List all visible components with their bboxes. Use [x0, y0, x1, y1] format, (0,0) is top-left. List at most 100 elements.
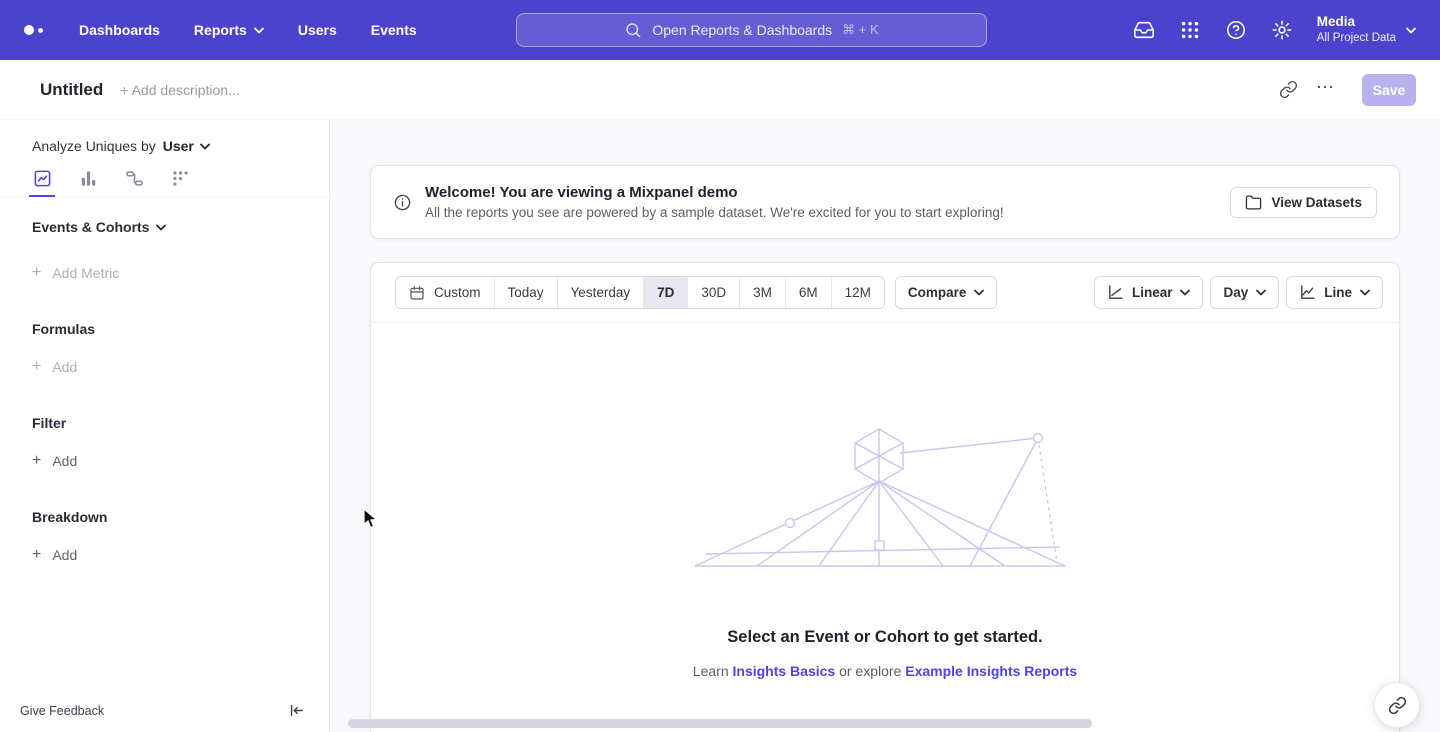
nav-reports-label: Reports — [194, 22, 247, 38]
apps-grid-icon — [1179, 19, 1201, 41]
add-formula-button[interactable]: + Add — [0, 359, 329, 375]
share-link-floating-button[interactable] — [1374, 682, 1420, 728]
chevron-down-icon — [254, 27, 264, 34]
range-yesterday[interactable]: Yesterday — [557, 277, 644, 308]
settings-button[interactable] — [1271, 19, 1293, 41]
add-description-field[interactable]: + Add description... — [120, 82, 239, 98]
report-title-bar: Untitled + Add description... ⋯ Save — [0, 60, 1440, 120]
formulas-label: Formulas — [32, 321, 95, 337]
add-filter-button[interactable]: + Add — [0, 453, 329, 469]
chart-type-label: Line — [1324, 285, 1352, 300]
range-today[interactable]: Today — [494, 277, 557, 308]
chevron-down-icon — [974, 289, 984, 296]
tab-flows[interactable] — [124, 169, 144, 196]
main-content: Welcome! You are viewing a Mixpanel demo… — [330, 120, 1440, 732]
chart-controls: Linear Day Line — [1094, 276, 1383, 309]
example-reports-link[interactable]: Example Insights Reports — [905, 663, 1077, 679]
titlebar-actions: ⋯ Save — [1279, 74, 1416, 106]
sidebar-footer: Give Feedback — [0, 689, 329, 732]
scale-label: Linear — [1132, 285, 1173, 300]
range-7d[interactable]: 7D — [643, 277, 687, 308]
collapse-left-icon — [288, 702, 305, 719]
report-type-tabs — [0, 154, 329, 197]
inbox-icon — [1133, 19, 1155, 41]
breakdown-label: Breakdown — [32, 509, 107, 525]
range-12m[interactable]: 12M — [831, 277, 884, 308]
project-info: Media All Project Data — [1317, 14, 1396, 45]
analyze-entity-dropdown[interactable]: User — [163, 138, 210, 154]
range-12m-label: 12M — [845, 285, 871, 300]
range-3m-label: 3M — [753, 285, 772, 300]
nav-events-label: Events — [371, 22, 417, 38]
horizontal-scrollbar[interactable] — [348, 719, 1092, 728]
empty-state-illustration — [695, 423, 1075, 575]
nav-reports[interactable]: Reports — [194, 22, 264, 38]
help-button[interactable] — [1225, 19, 1247, 41]
primary-nav: Dashboards Reports Users Events — [79, 22, 417, 38]
global-search-bar[interactable]: Open Reports & Dashboards ⌘ + K — [516, 13, 987, 47]
top-nav: Dashboards Reports Users Events Open Rep… — [0, 0, 1440, 60]
plus-icon: + — [32, 453, 41, 469]
banner-title: Welcome! You are viewing a Mixpanel demo — [425, 184, 1004, 201]
copy-link-button[interactable] — [1279, 80, 1298, 99]
report-toolbar: Custom Today Yesterday 7D 30D 3M 6M 12M … — [371, 263, 1399, 323]
nav-events[interactable]: Events — [371, 22, 417, 38]
add-filter-label: Add — [52, 453, 77, 469]
tab-bar-chart[interactable] — [78, 169, 98, 196]
collapse-sidebar-button[interactable] — [288, 702, 305, 719]
view-datasets-label: View Datasets — [1271, 195, 1362, 210]
more-options-button[interactable]: ⋯ — [1312, 78, 1340, 102]
analyze-entity-value: User — [163, 138, 194, 154]
empty-state-links: Learn Insights Basics or explore Example… — [371, 663, 1399, 679]
report-card: Custom Today Yesterday 7D 30D 3M 6M 12M … — [370, 262, 1400, 732]
range-3m[interactable]: 3M — [739, 277, 785, 308]
topnav-right-group: Media All Project Data — [1133, 14, 1416, 45]
range-6m[interactable]: 6M — [785, 277, 831, 308]
insights-basics-link[interactable]: Insights Basics — [733, 663, 836, 679]
add-breakdown-button[interactable]: + Add — [0, 547, 329, 563]
chevron-down-icon — [156, 224, 166, 231]
granularity-dropdown[interactable]: Day — [1210, 276, 1279, 309]
events-cohorts-label: Events & Cohorts — [32, 219, 149, 235]
chart-type-dropdown[interactable]: Line — [1286, 276, 1383, 309]
inbox-button[interactable] — [1133, 19, 1155, 41]
scale-dropdown[interactable]: Linear — [1094, 276, 1204, 309]
nav-users[interactable]: Users — [298, 22, 337, 38]
breakdown-header: Breakdown — [0, 509, 329, 525]
add-formula-label: Add — [52, 359, 77, 375]
filter-header: Filter — [0, 415, 329, 431]
folder-icon — [1245, 194, 1262, 211]
search-shortcut-hint: ⌘ + K — [842, 22, 879, 38]
give-feedback-link[interactable]: Give Feedback — [20, 704, 104, 718]
range-yesterday-label: Yesterday — [571, 285, 631, 300]
plus-icon: + — [32, 265, 41, 281]
nav-dashboards[interactable]: Dashboards — [79, 22, 160, 38]
link-icon — [1279, 80, 1298, 99]
compare-label: Compare — [908, 285, 967, 300]
formulas-header: Formulas — [0, 321, 329, 337]
date-range-segmented-control: Custom Today Yesterday 7D 30D 3M 6M 12M — [395, 276, 885, 309]
chevron-down-icon — [1180, 289, 1190, 296]
project-selector[interactable]: Media All Project Data — [1317, 14, 1416, 45]
view-datasets-button[interactable]: View Datasets — [1230, 187, 1377, 218]
query-sidebar: Analyze Uniques by User — [0, 120, 330, 732]
search-placeholder: Open Reports & Dashboards — [652, 22, 832, 38]
save-button[interactable]: Save — [1362, 74, 1416, 106]
tab-retention[interactable] — [170, 169, 190, 196]
add-metric-button[interactable]: + Add Metric — [0, 265, 329, 281]
apps-grid-button[interactable] — [1179, 19, 1201, 41]
tab-insights[interactable] — [32, 169, 52, 196]
range-30d[interactable]: 30D — [687, 277, 739, 308]
learn-prefix: Learn — [693, 663, 729, 679]
logo-dot-small — [38, 28, 43, 33]
banner-subtitle: All the reports you see are powered by a… — [425, 205, 1004, 220]
events-cohorts-header[interactable]: Events & Cohorts — [0, 219, 329, 235]
analyze-uniques-row: Analyze Uniques by User — [0, 120, 329, 154]
range-custom[interactable]: Custom — [396, 277, 494, 308]
project-name: Media — [1317, 14, 1396, 31]
link-icon — [1388, 696, 1407, 715]
compare-button[interactable]: Compare — [895, 276, 998, 309]
mixpanel-logo[interactable] — [24, 25, 43, 35]
report-title[interactable]: Untitled — [40, 80, 103, 100]
empty-state-title: Select an Event or Cohort to get started… — [371, 628, 1399, 647]
